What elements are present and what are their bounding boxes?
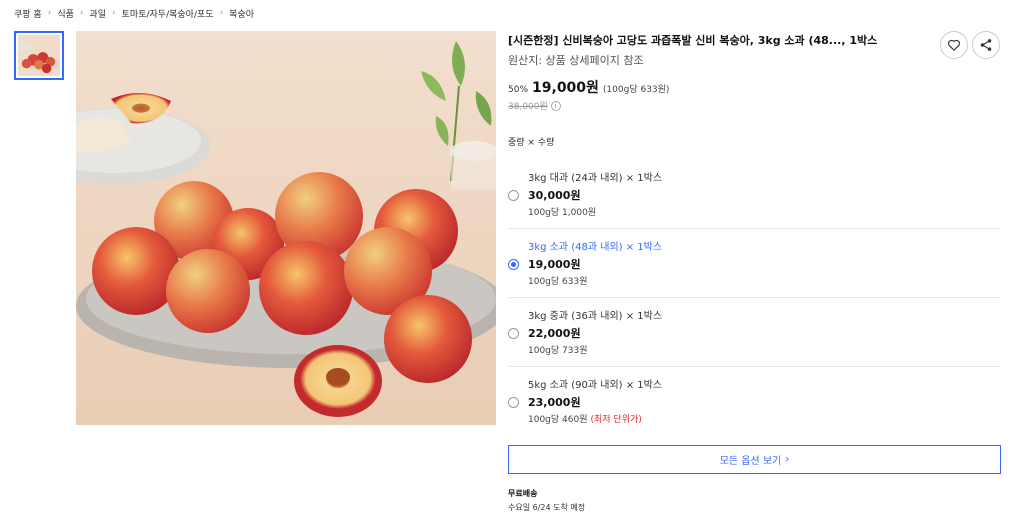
option-price: 30,000원 bbox=[528, 189, 581, 202]
option-name: 3kg 대과 (24과 내외) × 1박스 bbox=[528, 173, 663, 184]
wishlist-button[interactable] bbox=[940, 31, 968, 59]
option-list: 3kg 대과 (24과 내외) × 1박스 30,000원 100g당 1,00… bbox=[508, 160, 1001, 436]
option-unit-price: 100g당 460원 (최저 단위가) bbox=[528, 412, 642, 425]
product-main-image[interactable] bbox=[76, 31, 496, 425]
breadcrumb-category[interactable]: 토마토/자두/복숭아/포도 bbox=[122, 7, 214, 20]
option-unit-value: 100g당 460원 bbox=[528, 415, 588, 425]
option-price: 22,000원 bbox=[528, 327, 581, 340]
breadcrumb-peach[interactable]: 복숭아 bbox=[229, 7, 254, 20]
delivery-date: 수요일 6/24 도착 예정 bbox=[508, 503, 586, 512]
peach-photo bbox=[76, 31, 496, 425]
option-radio[interactable] bbox=[508, 328, 519, 339]
option-radio[interactable] bbox=[508, 397, 519, 408]
unit-price: (100g당 633원) bbox=[602, 85, 670, 95]
option-item[interactable]: 5kg 소과 (90과 내외) × 1박스 23,000원 100g당 460원… bbox=[508, 367, 1001, 436]
sale-price: 19,000원 bbox=[532, 80, 599, 96]
chevron-right-icon: › bbox=[47, 8, 52, 18]
product-origin: 원산지: 상품 상세페이지 참조 bbox=[508, 54, 644, 67]
price-row: 50% 19,000원 (100g당 633원) bbox=[508, 77, 669, 97]
option-price: 23,000원 bbox=[528, 396, 581, 409]
chevron-right-icon: › bbox=[785, 454, 790, 465]
option-radio-checked[interactable] bbox=[508, 259, 519, 270]
option-unit-price: 100g당 633원 bbox=[528, 277, 588, 287]
share-button[interactable] bbox=[972, 31, 1000, 59]
product-title: [시즌한정] 신비복숭아 고당도 과즙폭발 신비 복숭아, 3kg 소과 (48… bbox=[508, 34, 878, 47]
option-item[interactable]: 3kg 대과 (24과 내외) × 1박스 30,000원 100g당 1,00… bbox=[508, 160, 1001, 229]
option-name: 5kg 소과 (90과 내외) × 1박스 bbox=[528, 380, 663, 391]
original-price-row: 38,000원 i bbox=[508, 99, 561, 112]
peach-thumbnail-image bbox=[18, 35, 60, 76]
option-item[interactable]: 3kg 중과 (36과 내외) × 1박스 22,000원 100g당 733원 bbox=[508, 298, 1001, 367]
option-unit-price: 100g당 1,000원 bbox=[528, 208, 597, 218]
view-all-options-button[interactable]: 모든 옵션 보기 › bbox=[508, 445, 1001, 474]
option-name: 3kg 소과 (48과 내외) × 1박스 bbox=[528, 242, 663, 253]
option-price: 19,000원 bbox=[528, 258, 581, 271]
option-radio[interactable] bbox=[508, 190, 519, 201]
info-icon[interactable]: i bbox=[550, 100, 561, 111]
chevron-right-icon: › bbox=[79, 8, 84, 18]
option-item-selected[interactable]: 3kg 소과 (48과 내외) × 1박스 19,000원 100g당 633원 bbox=[508, 229, 1001, 298]
heart-icon bbox=[948, 39, 960, 51]
share-icon bbox=[980, 39, 992, 51]
shipping-label: 무료배송 bbox=[508, 489, 538, 498]
chevron-right-icon: › bbox=[219, 8, 224, 18]
option-heading: 중량 × 수량 bbox=[508, 138, 555, 148]
breadcrumb-fruit[interactable]: 과일 bbox=[89, 7, 106, 20]
option-unit-price: 100g당 733원 bbox=[528, 346, 588, 356]
chevron-right-icon: › bbox=[112, 8, 116, 18]
option-name: 3kg 중과 (36과 내외) × 1박스 bbox=[528, 311, 663, 322]
view-all-options-label: 모든 옵션 보기 bbox=[719, 456, 782, 467]
breadcrumb: 쿠팡 홈 › 식품 › 과일 › 토마토/자두/복숭아/포도 › 복숭아 bbox=[14, 6, 254, 20]
discount-rate: 50% bbox=[508, 85, 529, 95]
product-thumbnail[interactable] bbox=[14, 31, 64, 80]
lowest-unit-price-badge: (최저 단위가) bbox=[590, 415, 642, 425]
original-price: 38,000원 bbox=[508, 102, 548, 112]
breadcrumb-home[interactable]: 쿠팡 홈 bbox=[14, 7, 42, 20]
breadcrumb-food[interactable]: 식품 bbox=[57, 7, 74, 20]
